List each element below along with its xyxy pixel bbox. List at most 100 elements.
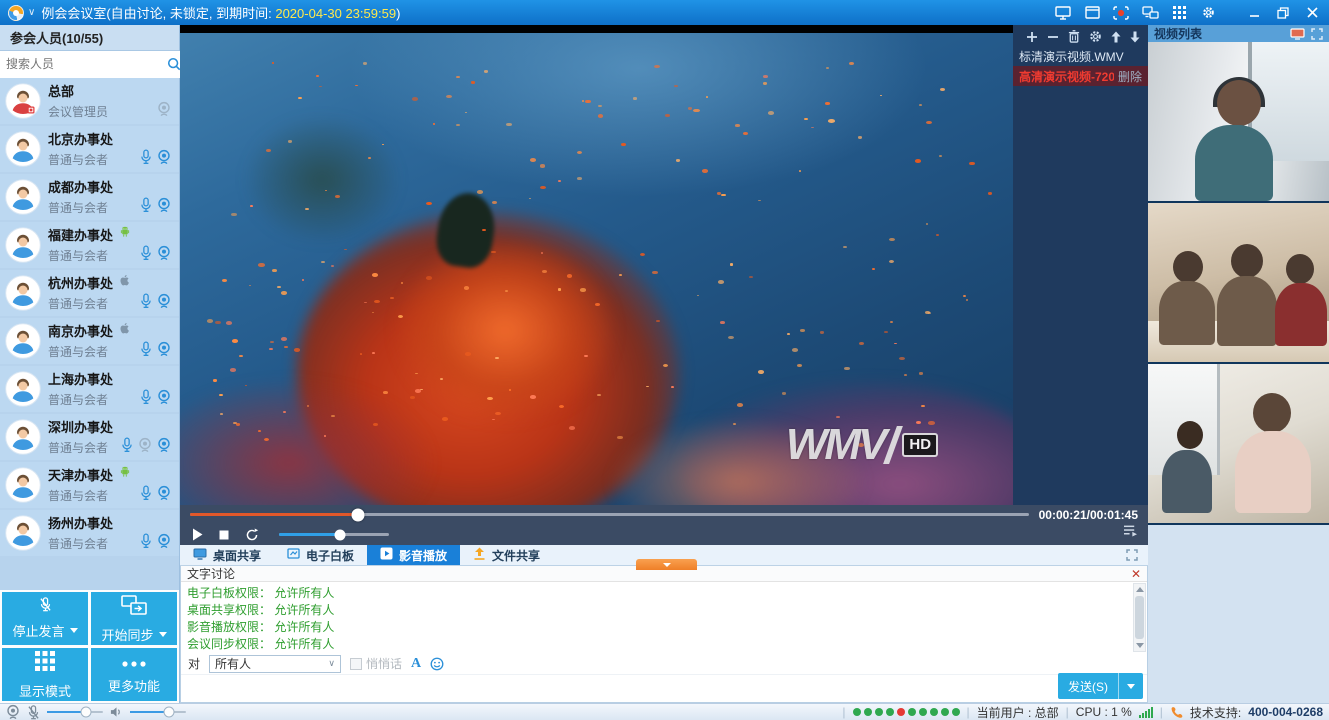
app-logo-icon[interactable] [8,5,24,21]
search-icon[interactable] [167,51,181,78]
settings-icon[interactable] [1089,30,1102,43]
webcam-icon[interactable] [157,389,171,410]
mic-icon[interactable] [140,245,152,266]
tab-media-play[interactable]: 影音播放 [367,545,460,565]
participant-role: 普通与会者 [48,535,140,552]
participant-row[interactable]: > 成都办事处 普通与会者 [0,174,179,220]
chat-input-area[interactable]: 发送(S) [181,675,1147,702]
mic-icon[interactable] [140,533,152,554]
participant-row[interactable]: > 深圳办事处 普通与会者 [0,414,179,460]
playlist-file-row[interactable]: 高清演示视频-720P.wmv删除 [1013,66,1148,86]
mic-icon[interactable] [121,437,133,458]
sync-button[interactable]: 开始同步 [91,592,177,645]
loop-button[interactable] [245,528,259,542]
window-icon[interactable] [1083,5,1101,21]
move-up-icon[interactable] [1111,31,1121,43]
video-thumbnail-3[interactable] [1148,364,1329,525]
video-monitor-icon[interactable] [1290,28,1305,40]
volume-slider[interactable] [279,533,389,536]
webcam-status-icon[interactable] [6,704,20,720]
fullscreen-icon[interactable] [1116,545,1148,565]
webcam-icon[interactable] [157,533,171,554]
tab-file-share[interactable]: 文件共享 [460,545,553,565]
speaker-volume-slider[interactable] [130,711,186,713]
playlist-toggle-icon[interactable] [1123,524,1138,542]
webcam-icon[interactable] [157,437,171,458]
scroll-up-icon[interactable] [1136,587,1144,592]
webcam-icon[interactable] [157,293,171,314]
participant-row[interactable]: > 扬州办事处 普通与会者 [0,510,179,556]
participant-row[interactable]: > 南京办事处 普通与会者 [0,318,179,364]
settings-icon[interactable] [1199,5,1217,21]
webcam-icon[interactable] [157,197,171,218]
chat-panel: 文字讨论 ✕ 电子白板权限： 允许所有人桌面共享权限： 允许所有人影音播放权限：… [180,566,1148,703]
participant-row[interactable]: > 福建办事处 普通与会者 [0,222,179,268]
mic-icon[interactable] [140,293,152,314]
webcam-off-icon[interactable] [157,101,171,122]
screen-share-icon[interactable] [1054,5,1072,21]
play-button[interactable] [192,528,203,541]
send-button[interactable]: 发送(S) [1058,673,1143,699]
participant-name: 上海办事处 [48,369,113,388]
webcam-off-icon[interactable] [138,437,152,458]
seek-bar[interactable] [190,513,1029,516]
restore-button[interactable] [1274,5,1292,21]
seek-knob[interactable] [351,508,364,521]
webcam-icon[interactable] [157,485,171,506]
mic-off-button[interactable]: 停止发言 [2,592,88,645]
participant-row[interactable]: > 上海办事处 普通与会者 [0,366,179,412]
mic-icon[interactable] [140,197,152,218]
font-style-icon[interactable]: A [411,656,421,672]
search-input[interactable] [0,51,167,78]
video-thumbnail-2[interactable] [1148,203,1329,364]
webcam-icon[interactable] [157,245,171,266]
more-button[interactable]: 更多功能 [91,648,177,701]
mic-icon[interactable] [140,341,152,362]
participant-name: 成都办事处 [48,177,113,196]
remove-icon[interactable] [1047,31,1059,43]
network-share-icon[interactable] [1141,5,1159,21]
add-icon[interactable] [1026,31,1038,43]
webcam-icon[interactable] [157,149,171,170]
participant-row[interactable]: > 杭州办事处 普通与会者 [0,270,179,316]
minimize-button[interactable] [1245,5,1263,21]
mic-icon[interactable] [140,485,152,506]
close-button[interactable] [1303,5,1321,21]
chevron-down-icon[interactable]: ∨ [28,7,35,18]
tab-whiteboard[interactable]: 电子白板 [274,545,367,565]
video-thumbnail-1[interactable] [1148,42,1329,203]
mic-muted-icon[interactable] [27,705,40,720]
participant-row[interactable]: > 天津办事处 普通与会者 [0,462,179,508]
volume-knob[interactable] [334,529,345,540]
delete-file-link[interactable]: 删除 [1118,68,1142,85]
mic-volume-slider[interactable] [47,711,103,713]
webcam-icon[interactable] [157,341,171,362]
video-player-stage[interactable]: WMV HD [180,25,1013,505]
chat-collapse-handle[interactable] [636,559,697,570]
trash-icon[interactable] [1068,30,1080,43]
tab-desktop-share[interactable]: 桌面共享 [180,545,274,565]
whisper-checkbox[interactable]: 悄悄话 [350,655,402,672]
playlist-file-row[interactable]: 标清演示视频.WMV [1013,46,1148,66]
participant-row[interactable]: > 北京办事处 普通与会者 [0,126,179,172]
layout-grid-icon[interactable] [1170,5,1188,21]
mic-icon[interactable] [140,389,152,410]
move-down-icon[interactable] [1130,31,1140,43]
grid-button[interactable]: 显示模式 [2,648,88,701]
mic-icon[interactable] [140,149,152,170]
chat-close-icon[interactable]: ✕ [1131,568,1141,580]
recipient-select[interactable]: 所有人∨ [209,655,341,673]
expand-icon[interactable] [1311,28,1323,40]
participant-row[interactable]: 总部 会议管理员 [0,78,179,124]
participant-role: 普通与会者 [48,343,140,360]
record-icon[interactable] [1112,5,1130,21]
action-button-grid: 停止发言 开始同步 显示模式 更多功能 [0,590,179,703]
speaker-icon[interactable] [110,706,123,718]
scroll-down-icon[interactable] [1136,643,1144,648]
stop-button[interactable] [219,530,229,540]
chat-scrollbar[interactable] [1133,583,1146,652]
send-options-arrow-icon[interactable] [1127,684,1135,689]
scroll-thumb[interactable] [1135,596,1144,639]
emoji-icon[interactable] [430,657,444,671]
checkbox-icon[interactable] [350,658,362,670]
